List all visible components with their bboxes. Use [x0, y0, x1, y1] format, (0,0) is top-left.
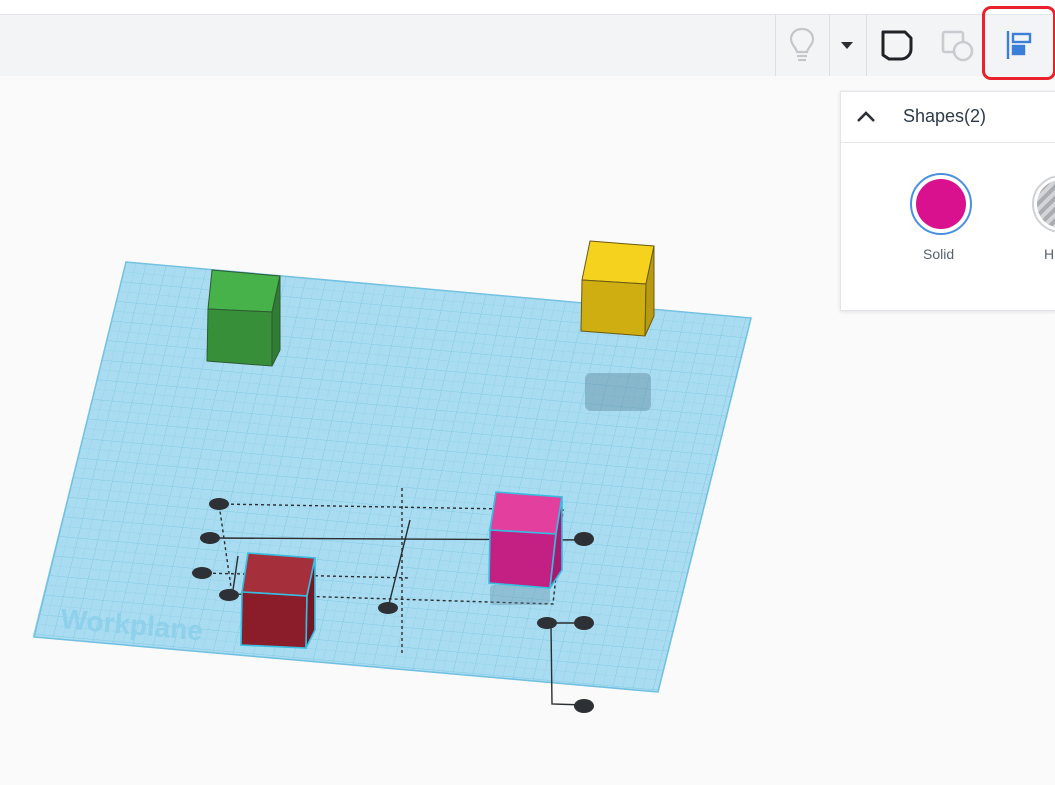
align-handle[interactable] [378, 602, 398, 614]
shapes-panel: Shapes(2) Solid H [840, 91, 1055, 311]
shapes-panel-header[interactable]: Shapes(2) [841, 92, 1055, 143]
highlight-annotation [982, 6, 1055, 80]
yellow-box-shadow [585, 373, 651, 411]
hole-label: H [1044, 246, 1055, 262]
window-top-strip [0, 0, 1055, 14]
note-button[interactable] [874, 21, 920, 69]
pink-box[interactable] [488, 491, 563, 589]
caret-down-icon [841, 42, 853, 49]
lightbulb-icon [789, 27, 815, 62]
toolbar-separator [829, 15, 830, 76]
solid-color-swatch[interactable] [909, 172, 973, 236]
align-handle[interactable] [574, 699, 594, 713]
toolbar [0, 14, 1055, 77]
dropdown-button[interactable] [834, 21, 860, 69]
align-handle[interactable] [200, 532, 220, 544]
hint-lightbulb-button[interactable] [782, 21, 822, 69]
align-handle[interactable] [192, 567, 212, 579]
green-box[interactable] [206, 269, 281, 367]
align-handle[interactable] [574, 532, 594, 546]
align-handle[interactable] [209, 498, 229, 510]
hole-swatch[interactable] [1031, 174, 1055, 234]
group-button[interactable] [934, 21, 980, 69]
red-box[interactable] [240, 552, 316, 649]
toolbar-separator [775, 15, 776, 76]
align-handle[interactable] [537, 617, 557, 629]
yellow-box[interactable] [580, 240, 655, 337]
note-shape-icon [881, 30, 913, 61]
group-shapes-icon [941, 30, 974, 62]
toolbar-separator [866, 15, 867, 76]
align-handle[interactable] [574, 616, 594, 630]
shapes-panel-title: Shapes(2) [903, 106, 987, 126]
solid-label: Solid [923, 246, 955, 262]
chevron-up-icon[interactable] [853, 104, 879, 130]
align-handle[interactable] [219, 589, 239, 601]
